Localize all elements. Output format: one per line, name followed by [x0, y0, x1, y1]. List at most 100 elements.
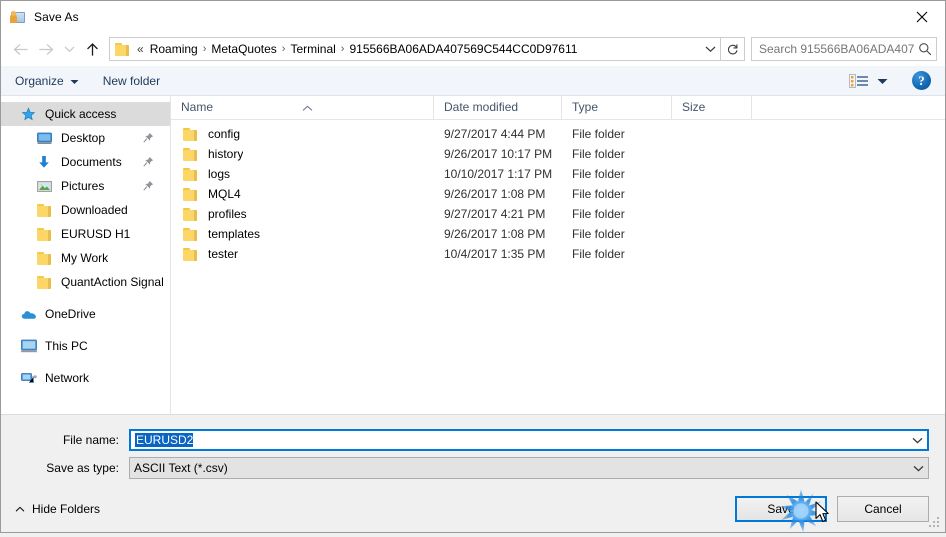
file-name-cell: history [171, 147, 434, 161]
sidebar-label: Downloaded [61, 203, 128, 217]
save-as-type-label: Save as type: [46, 461, 119, 475]
sidebar-label: My Work [61, 251, 109, 265]
folder-icon [37, 250, 54, 266]
cancel-button[interactable]: Cancel [837, 496, 929, 522]
refresh-icon[interactable] [720, 37, 744, 61]
folder-icon [183, 187, 199, 201]
file-type: File folder [572, 247, 625, 261]
sidebar-item-network[interactable]: Network [1, 366, 170, 390]
file-name-chevron-down-icon[interactable] [907, 437, 927, 444]
address-chevron-down-icon[interactable] [700, 45, 720, 53]
forward-arrow-icon[interactable] [33, 36, 59, 62]
sidebar-item-my-work[interactable]: My Work [1, 246, 170, 270]
hide-folders-button[interactable]: Hide Folders [15, 502, 100, 516]
organize-label: Organize [15, 73, 64, 88]
command-bar: Organize New folder ? [1, 66, 945, 96]
file-date: 9/26/2017 10:17 PM [444, 147, 553, 161]
file-name: profiles [208, 207, 247, 221]
file-name-input[interactable]: EURUSD2 [129, 429, 929, 451]
recent-locations-chevron-down-icon[interactable] [59, 36, 79, 62]
file-type: File folder [572, 227, 625, 241]
sidebar-item-eurusd-h1[interactable]: EURUSD H1 [1, 222, 170, 246]
column-header-size[interactable]: Size [672, 96, 752, 119]
pin-icon[interactable] [143, 132, 154, 146]
table-row[interactable]: logs 10/10/2017 1:17 PM File folder [171, 164, 945, 184]
breadcrumb-item-roaming[interactable]: Roaming [147, 40, 201, 58]
save-as-type-value: ASCII Text (*.csv) [134, 461, 228, 475]
breadcrumb-item-terminal[interactable]: Terminal [287, 40, 338, 58]
column-header-type[interactable]: Type [562, 96, 672, 119]
search-input[interactable]: Search 915566BA06ADA40756... [751, 37, 937, 61]
new-folder-button[interactable]: New folder [103, 74, 160, 88]
dialog-content: Quick access Desktop Documents Pictures … [1, 96, 945, 414]
breadcrumb-overflow[interactable]: « [136, 42, 147, 56]
sidebar-item-quick-access[interactable]: Quick access [1, 102, 170, 126]
column-header-date-modified[interactable]: Date modified [434, 96, 562, 119]
file-name-cell: logs [171, 167, 434, 181]
table-row[interactable]: history 9/26/2017 10:17 PM File folder [171, 144, 945, 164]
resize-grip[interactable] [929, 517, 941, 529]
sidebar-label: Quick access [45, 107, 117, 121]
file-date: 9/27/2017 4:44 PM [444, 127, 546, 141]
file-date: 9/26/2017 1:08 PM [444, 187, 546, 201]
pin-icon[interactable] [143, 180, 154, 194]
chevron-up-icon [15, 506, 25, 513]
star-icon [21, 106, 38, 122]
search-placeholder: Search 915566BA06ADA40756... [759, 42, 914, 56]
back-arrow-icon[interactable] [7, 36, 33, 62]
download-arrow-icon [37, 154, 54, 170]
file-name-label: File name: [62, 433, 119, 447]
up-arrow-icon[interactable] [79, 36, 105, 62]
file-date: 9/27/2017 4:21 PM [444, 207, 546, 221]
file-name-cell: tester [171, 247, 434, 261]
file-name: tester [208, 247, 239, 261]
close-icon[interactable] [899, 1, 945, 32]
sidebar-item-pictures[interactable]: Pictures [1, 174, 170, 198]
sidebar-item-quantaction-signal[interactable]: QuantAction Signal [1, 270, 170, 294]
file-type-row: Save as type: ASCII Text (*.csv) [17, 457, 929, 479]
save-as-dialog: Save As « Roaming › MetaQuotes › Termina… [0, 0, 946, 533]
view-chevron-down-icon [877, 74, 888, 88]
save-as-type-select[interactable]: ASCII Text (*.csv) [129, 457, 929, 479]
file-name: templates [208, 227, 261, 241]
breadcrumb-item-current-folder[interactable]: 915566BA06ADA407569C544CC0D97611 [346, 40, 580, 58]
sidebar-item-desktop[interactable]: Desktop [1, 126, 170, 150]
column-header-name[interactable]: Name [171, 96, 434, 119]
folder-icon [115, 42, 131, 56]
view-mode-button[interactable] [849, 73, 888, 88]
sidebar-label: This PC [45, 339, 88, 353]
table-row[interactable]: config 9/27/2017 4:44 PM File folder [171, 124, 945, 144]
file-type: File folder [572, 147, 625, 161]
save-button[interactable]: Save [735, 496, 827, 522]
address-bar[interactable]: « Roaming › MetaQuotes › Terminal › 9155… [109, 37, 745, 61]
sort-ascending-chevron-icon [302, 97, 313, 119]
sidebar-label: EURUSD H1 [61, 227, 131, 241]
breadcrumb-separator: › [281, 43, 286, 55]
view-mode-icon [849, 73, 869, 88]
file-name: history [208, 147, 244, 161]
sidebar-item-documents[interactable]: Documents [1, 150, 170, 174]
breadcrumb-item-metaquotes[interactable]: MetaQuotes [208, 40, 279, 58]
folder-icon [37, 202, 54, 218]
help-button[interactable]: ? [912, 71, 931, 90]
table-row[interactable]: MQL4 9/26/2017 1:08 PM File folder [171, 184, 945, 204]
sidebar-item-onedrive[interactable]: OneDrive [1, 302, 170, 326]
organize-button[interactable]: Organize [15, 74, 79, 88]
sidebar-label: Desktop [61, 131, 106, 145]
search-icon[interactable] [914, 42, 936, 56]
sidebar-item-downloaded[interactable]: Downloaded [1, 198, 170, 222]
sidebar-label: Documents [61, 155, 122, 169]
folder-icon [183, 207, 199, 221]
picture-icon [37, 178, 54, 194]
table-row[interactable]: templates 9/26/2017 1:08 PM File folder [171, 224, 945, 244]
file-type: File folder [572, 187, 625, 201]
folder-icon [183, 227, 199, 241]
file-name-row: File name: EURUSD2 [17, 429, 929, 451]
pin-icon[interactable] [143, 156, 154, 170]
table-row[interactable]: profiles 9/27/2017 4:21 PM File folder [171, 204, 945, 224]
sidebar-label: OneDrive [45, 307, 96, 321]
table-row[interactable]: tester 10/4/2017 1:35 PM File folder [171, 244, 945, 264]
save-as-type-chevron-down-icon[interactable] [908, 465, 928, 472]
sidebar-item-this-pc[interactable]: This PC [1, 334, 170, 358]
